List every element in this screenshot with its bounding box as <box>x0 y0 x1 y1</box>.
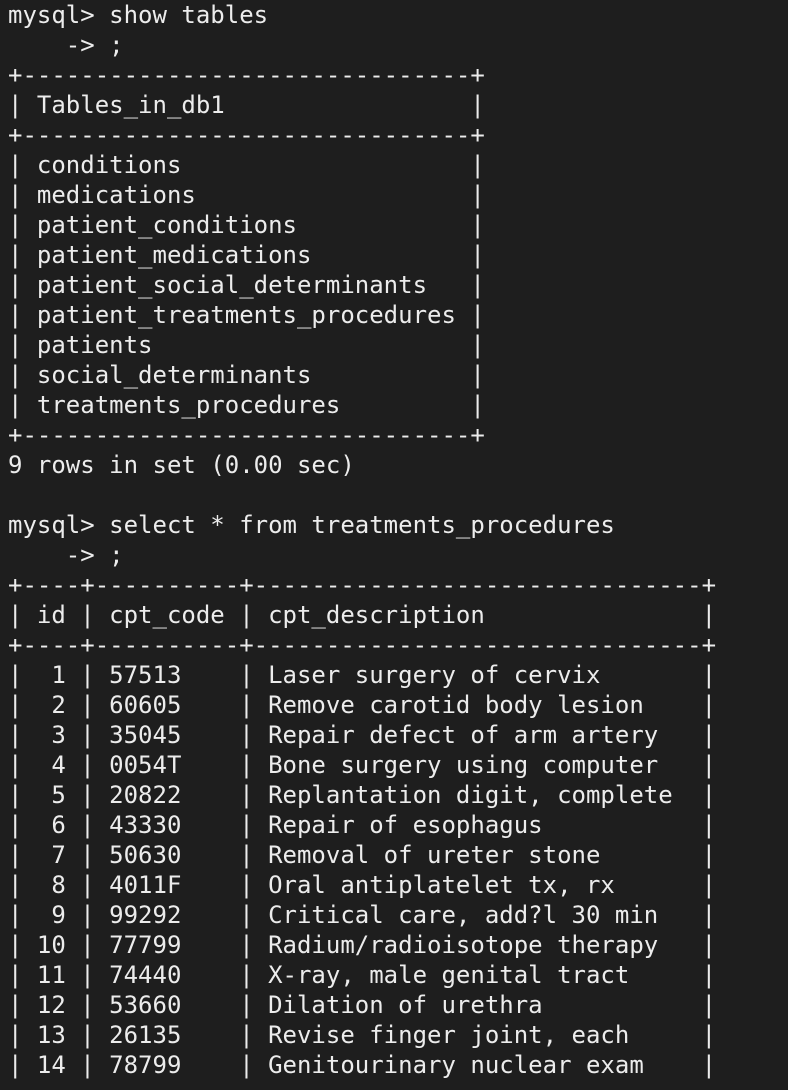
terminal-line: | patient_treatments_procedures | <box>8 301 485 329</box>
terminal-line: | 3 | 35045 | Repair defect of arm arter… <box>8 721 717 749</box>
terminal-line: mysql> show tables <box>8 1 269 29</box>
terminal-line: +-------------------------------+ <box>8 121 485 149</box>
terminal-line: | 2 | 60605 | Remove carotid body lesion… <box>8 691 717 719</box>
terminal-line: | 14 | 78799 | Genitourinary nuclear exa… <box>8 1051 717 1079</box>
terminal-line: -> ; <box>8 541 124 569</box>
terminal-line: | 5 | 20822 | Replantation digit, comple… <box>8 781 717 809</box>
terminal-line: | patient_social_determinants | <box>8 271 485 299</box>
terminal-line: +----+----------+-----------------------… <box>8 571 717 599</box>
terminal-line: -> ; <box>8 31 124 59</box>
terminal-line: mysql> select * from treatments_procedur… <box>8 511 615 539</box>
terminal-line: 9 rows in set (0.00 sec) <box>8 451 355 479</box>
terminal-line: | 4 | 0054T | Bone surgery using compute… <box>8 751 717 779</box>
terminal-line: | 12 | 53660 | Dilation of urethra | <box>8 991 717 1019</box>
terminal-line: +-------------------------------+ <box>8 421 485 449</box>
terminal-line: | 13 | 26135 | Revise finger joint, each… <box>8 1021 717 1049</box>
terminal-line: | 9 | 99292 | Critical care, add?l 30 mi… <box>8 901 717 929</box>
terminal-line: | id | cpt_code | cpt_description | <box>8 601 717 629</box>
terminal-line: | 7 | 50630 | Removal of ureter stone | <box>8 841 717 869</box>
terminal-line: | patients | <box>8 331 485 359</box>
terminal-line: | 6 | 43330 | Repair of esophagus | <box>8 811 717 839</box>
terminal-line: | 8 | 4011F | Oral antiplatelet tx, rx | <box>8 871 717 899</box>
terminal-window[interactable]: mysql> show tables -> ; +---------------… <box>0 0 788 1090</box>
terminal-line: | 10 | 77799 | Radium/radioisotope thera… <box>8 931 717 959</box>
terminal-line: | patient_conditions | <box>8 211 485 239</box>
terminal-line: | conditions | <box>8 151 485 179</box>
terminal-line: | medications | <box>8 181 485 209</box>
terminal-line: | patient_medications | <box>8 241 485 269</box>
terminal-line: | Tables_in_db1 | <box>8 91 485 119</box>
terminal-line: | treatments_procedures | <box>8 391 485 419</box>
terminal-line: +----+----------+-----------------------… <box>8 631 717 659</box>
terminal-line: | 1 | 57513 | Laser surgery of cervix | <box>8 661 717 689</box>
terminal-line: | social_determinants | <box>8 361 485 389</box>
terminal-line: | 11 | 74440 | X-ray, male genital tract… <box>8 961 717 989</box>
terminal-line: +-------------------------------+ <box>8 61 485 89</box>
